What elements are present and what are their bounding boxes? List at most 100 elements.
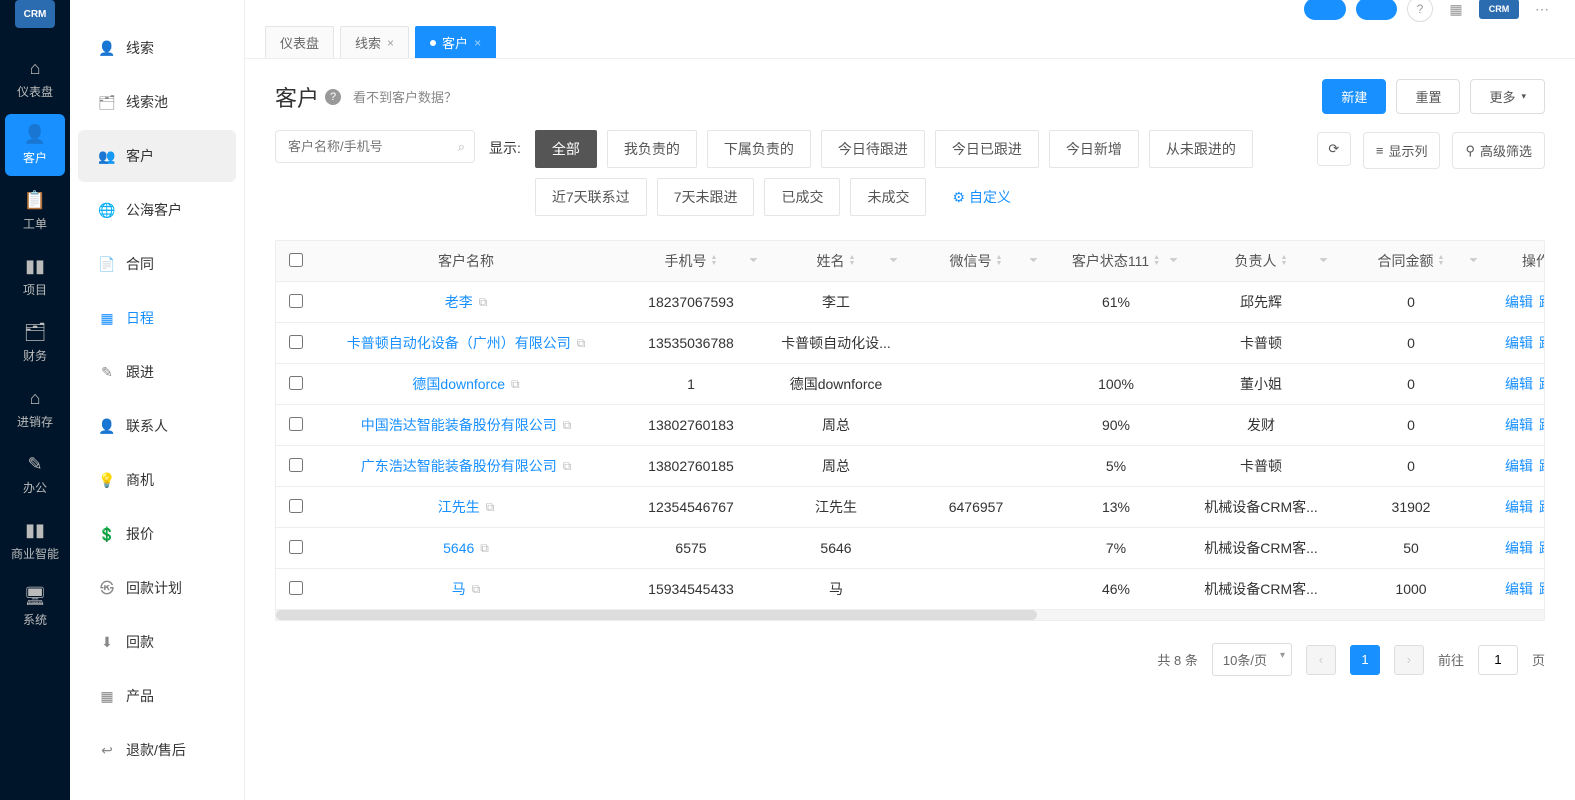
filter-icon[interactable]: ⏷ [749, 255, 758, 268]
sort-icon[interactable]: ▲▼ [996, 255, 1003, 267]
prev-page-button[interactable]: ‹ [1306, 645, 1336, 675]
copy-icon[interactable]: ⧉ [486, 500, 495, 515]
sub-nav-calendar[interactable]: ▦日程 [78, 292, 236, 344]
follow-link[interactable]: 跟进 [1539, 335, 1545, 351]
edit-link[interactable]: 编辑 [1505, 335, 1533, 351]
edit-link[interactable]: 编辑 [1505, 499, 1533, 515]
col-header-8[interactable]: 操作 [1486, 241, 1545, 282]
customer-name-cell[interactable]: 卡普顿自动化设备（广州）有限公司 ⧉ [316, 323, 616, 364]
filter-chip-1[interactable]: 我负责的 [607, 130, 697, 168]
topbar-btn-1[interactable] [1304, 0, 1345, 20]
row-checkbox[interactable] [289, 335, 303, 349]
sub-nav-payplan[interactable]: ㉿回款计划 [78, 562, 236, 614]
customer-name-cell[interactable]: 中国浩达智能装备股份有限公司 ⧉ [316, 405, 616, 446]
sub-nav-quote[interactable]: 💲报价 [78, 508, 236, 560]
col-header-3[interactable]: 姓名▲▼⏷ [766, 241, 906, 282]
row-checkbox[interactable] [289, 376, 303, 390]
sort-icon[interactable]: ▲▼ [849, 255, 856, 267]
col-header-4[interactable]: 微信号▲▼⏷ [906, 241, 1046, 282]
sub-nav-payment[interactable]: ⬇回款 [78, 616, 236, 668]
sub-nav-follow[interactable]: ✎跟进 [78, 346, 236, 398]
customer-name-cell[interactable]: 江先生 ⧉ [316, 487, 616, 528]
filter-chip-8[interactable]: 7天未跟进 [657, 178, 755, 216]
edit-link[interactable]: 编辑 [1505, 458, 1533, 474]
main-nav-3[interactable]: ▮▮项目 [5, 246, 65, 308]
horizontal-scrollbar[interactable] [276, 610, 1544, 620]
row-checkbox[interactable] [289, 540, 303, 554]
follow-link[interactable]: 跟进 [1539, 294, 1545, 310]
advanced-filter-button[interactable]: ⚲ 高级筛选 [1452, 132, 1545, 169]
page-size-select[interactable]: 10条/页 [1212, 643, 1292, 676]
col-header-7[interactable]: 合同金额▲▼⏷ [1336, 241, 1486, 282]
row-checkbox[interactable] [289, 417, 303, 431]
follow-link[interactable]: 跟进 [1539, 417, 1545, 433]
customer-name-cell[interactable]: 5646 ⧉ [316, 528, 616, 569]
custom-filter-link[interactable]: ⚙ 自定义 [936, 178, 1027, 216]
page-subtitle-link[interactable]: 看不到客户数据？ [353, 87, 457, 106]
sort-icon[interactable]: ▲▼ [1153, 255, 1160, 267]
col-header-2[interactable]: 手机号▲▼⏷ [616, 241, 766, 282]
refresh-button[interactable]: ⟳ [1317, 132, 1351, 166]
filter-icon[interactable]: ⏷ [1319, 255, 1328, 268]
tab-2[interactable]: 客户× [415, 26, 496, 58]
customer-name-cell[interactable]: 马 ⧉ [316, 569, 616, 610]
filter-chip-2[interactable]: 下属负责的 [707, 130, 811, 168]
col-header-0[interactable] [276, 241, 316, 282]
filter-chip-5[interactable]: 今日新增 [1049, 130, 1139, 168]
copy-icon[interactable]: ⧉ [511, 377, 520, 392]
reset-button[interactable]: 重置 [1396, 79, 1460, 114]
edit-link[interactable]: 编辑 [1505, 417, 1533, 433]
main-nav-2[interactable]: 📋工单 [5, 180, 65, 242]
filter-chip-0[interactable]: 全部 [535, 130, 597, 168]
main-nav-6[interactable]: ✎办公 [5, 444, 65, 506]
follow-link[interactable]: 跟进 [1539, 499, 1545, 515]
main-nav-7[interactable]: ▮▮商业智能 [5, 510, 65, 572]
filter-icon[interactable]: ⏷ [889, 255, 898, 268]
show-columns-button[interactable]: ≡ 显示列 [1363, 132, 1441, 169]
edit-link[interactable]: 编辑 [1505, 294, 1533, 310]
more-button[interactable]: 更多▾ [1470, 79, 1545, 114]
sort-icon[interactable]: ▲▼ [1281, 255, 1288, 267]
close-icon[interactable]: × [387, 36, 394, 50]
sort-icon[interactable]: ▲▼ [1438, 255, 1445, 267]
follow-link[interactable]: 跟进 [1539, 458, 1545, 474]
follow-link[interactable]: 跟进 [1539, 376, 1545, 392]
sub-nav-refund[interactable]: ↩退款/售后 [78, 724, 236, 776]
col-header-5[interactable]: 客户状态111▲▼⏷ [1046, 241, 1186, 282]
main-nav-8[interactable]: 🖥系统 [5, 576, 65, 638]
copy-icon[interactable]: ⧉ [480, 541, 489, 556]
row-checkbox[interactable] [289, 458, 303, 472]
topbar-logo[interactable]: CRM [1479, 0, 1519, 19]
new-button[interactable]: 新建 [1322, 79, 1386, 114]
copy-icon[interactable]: ⧉ [563, 459, 572, 474]
select-all-checkbox[interactable] [289, 253, 303, 267]
copy-icon[interactable]: ⧉ [472, 582, 481, 597]
edit-link[interactable]: 编辑 [1505, 540, 1533, 556]
row-checkbox[interactable] [289, 581, 303, 595]
main-nav-5[interactable]: ⌂进销存 [5, 378, 65, 440]
main-nav-4[interactable]: 🗂财务 [5, 312, 65, 374]
search-icon[interactable]: ⌕ [458, 139, 465, 155]
sub-nav-contact[interactable]: 👤联系人 [78, 400, 236, 452]
main-nav-0[interactable]: ⌂仪表盘 [5, 48, 65, 110]
help-icon[interactable]: ? [325, 89, 341, 105]
filter-chip-10[interactable]: 未成交 [850, 178, 926, 216]
filter-chip-4[interactable]: 今日已跟进 [935, 130, 1039, 168]
search-input[interactable] [275, 130, 475, 163]
filter-icon[interactable]: ⏷ [1169, 255, 1178, 268]
sub-nav-opportunity[interactable]: 💡商机 [78, 454, 236, 506]
row-checkbox[interactable] [289, 294, 303, 308]
customer-name-cell[interactable]: 老李 ⧉ [316, 282, 616, 323]
filter-chip-3[interactable]: 今日待跟进 [821, 130, 925, 168]
sub-nav-product[interactable]: ▦产品 [78, 670, 236, 722]
next-page-button[interactable]: › [1394, 645, 1424, 675]
sub-nav-contract[interactable]: 📄合同 [78, 238, 236, 290]
copy-icon[interactable]: ⧉ [577, 336, 586, 351]
filter-chip-9[interactable]: 已成交 [764, 178, 840, 216]
filter-chip-7[interactable]: 近7天联系过 [535, 178, 647, 216]
filter-chip-6[interactable]: 从未跟进的 [1149, 130, 1253, 168]
filter-icon[interactable]: ⏷ [1029, 255, 1038, 268]
close-icon[interactable]: × [474, 36, 481, 50]
edit-link[interactable]: 编辑 [1505, 581, 1533, 597]
main-nav-1[interactable]: 👤客户 [5, 114, 65, 176]
